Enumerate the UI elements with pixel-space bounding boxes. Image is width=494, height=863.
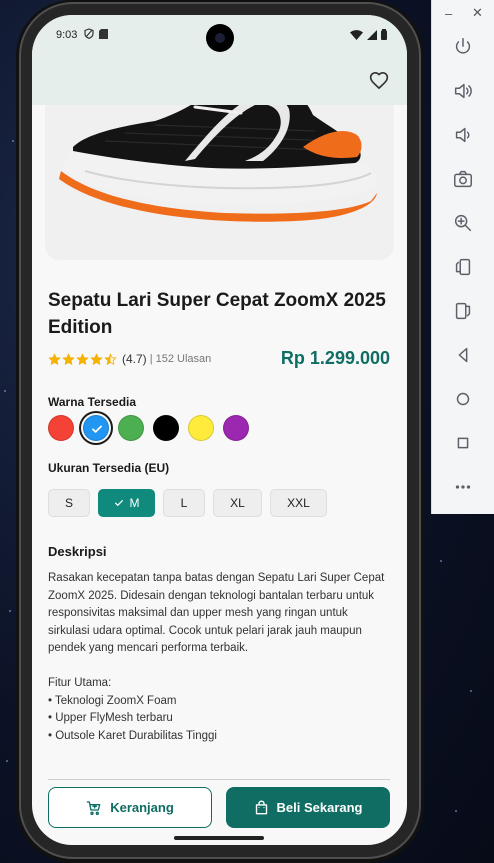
battery-icon — [381, 29, 387, 40]
overview-icon — [457, 437, 469, 449]
check-icon — [114, 500, 123, 506]
color-swatch[interactable] — [118, 415, 144, 441]
size-label: M — [129, 496, 140, 510]
size-label: L — [180, 496, 188, 510]
rating-value: (4.7) — [122, 352, 147, 366]
back-icon — [458, 347, 468, 363]
back-button[interactable] — [447, 339, 479, 371]
color-swatch[interactable] — [48, 415, 74, 441]
review-count[interactable]: | 152 Ulasan — [150, 353, 212, 365]
star-full-icon — [48, 353, 61, 365]
buy-now-button[interactable]: Beli Sekarang — [226, 787, 390, 828]
emulator-toolbar: – ✕ — [431, 0, 494, 514]
volume-down-icon — [455, 127, 470, 143]
color-swatch[interactable] — [153, 415, 179, 441]
product-title: Sepatu Lari Super Cepat ZoomX 2025 Editi… — [48, 290, 386, 338]
status-system-icons — [350, 29, 387, 40]
home-button[interactable] — [447, 383, 479, 415]
overview-button[interactable] — [447, 427, 479, 459]
more-icon — [455, 485, 471, 489]
color-swatch[interactable] — [223, 415, 249, 441]
rotate-left-icon — [455, 258, 471, 276]
size-options: S M L XL XXL — [48, 489, 327, 517]
phone-screen: 9:03 Sepatu Lari Super Cepat ZoomX 2025 … — [32, 15, 407, 845]
gesture-home-bar[interactable] — [174, 836, 264, 840]
status-time: 9:03 — [56, 29, 78, 41]
rotate-right-button[interactable] — [447, 295, 479, 327]
front-camera — [206, 24, 234, 52]
size-chip[interactable]: M — [98, 489, 155, 517]
shopping-bag-icon — [255, 799, 267, 814]
shopping-cart-icon — [86, 800, 101, 815]
volume-up-button[interactable] — [447, 75, 479, 107]
color-swatch[interactable] — [188, 415, 214, 441]
power-button[interactable] — [447, 31, 479, 63]
buy-now-label: Beli Sekarang — [276, 800, 363, 815]
size-label: S — [64, 496, 73, 510]
more-button[interactable] — [447, 471, 479, 503]
add-to-cart-button[interactable]: Keranjang — [48, 787, 212, 828]
star-rating — [48, 353, 117, 366]
signal-icon — [367, 29, 377, 40]
volume-up-icon — [454, 83, 472, 99]
size-chip[interactable]: L — [163, 489, 205, 517]
check-icon — [92, 425, 102, 433]
status-bar: 9:03 — [32, 15, 407, 57]
size-section-label: Ukuran Tersedia (EU) — [48, 461, 170, 475]
heart-outline-icon[interactable] — [369, 71, 389, 91]
description-title: Deskripsi — [48, 544, 107, 559]
status-notifications — [84, 28, 108, 39]
shield-icon — [84, 28, 94, 39]
star-full-icon — [62, 353, 75, 365]
star-full-icon — [76, 353, 89, 365]
home-icon — [456, 392, 470, 406]
add-to-cart-label: Keranjang — [110, 800, 174, 815]
color-options — [48, 415, 249, 441]
size-chip[interactable]: XXL — [270, 489, 327, 517]
rotate-right-icon — [455, 302, 471, 320]
volume-down-button[interactable] — [447, 119, 479, 151]
size-chip[interactable]: XL — [213, 489, 262, 517]
zoom-icon — [454, 214, 472, 232]
size-chip[interactable]: S — [48, 489, 90, 517]
app-bar — [32, 57, 407, 105]
power-icon — [455, 38, 471, 54]
wifi-icon — [350, 29, 363, 40]
minimize-button[interactable]: – — [445, 6, 452, 21]
rotate-left-button[interactable] — [447, 251, 479, 283]
star-half-icon — [104, 353, 117, 365]
product-price: Rp 1.299.000 — [280, 348, 390, 368]
rating-row: (4.7) | 152 Ulasan — [48, 352, 211, 366]
screenshot-button[interactable] — [447, 163, 479, 195]
color-section-label: Warna Tersedia — [48, 395, 137, 409]
star-full-icon — [90, 353, 103, 365]
size-label: XL — [230, 496, 245, 510]
description-text: Rasakan kecepatan tanpa batas dengan Sep… — [48, 572, 385, 742]
camera-icon — [454, 170, 472, 188]
sd-card-icon — [99, 28, 108, 39]
zoom-button[interactable] — [447, 207, 479, 239]
close-button[interactable]: ✕ — [472, 5, 483, 21]
bottom-divider — [48, 779, 390, 780]
size-label: XXL — [287, 496, 310, 510]
color-swatch[interactable] — [83, 415, 109, 441]
